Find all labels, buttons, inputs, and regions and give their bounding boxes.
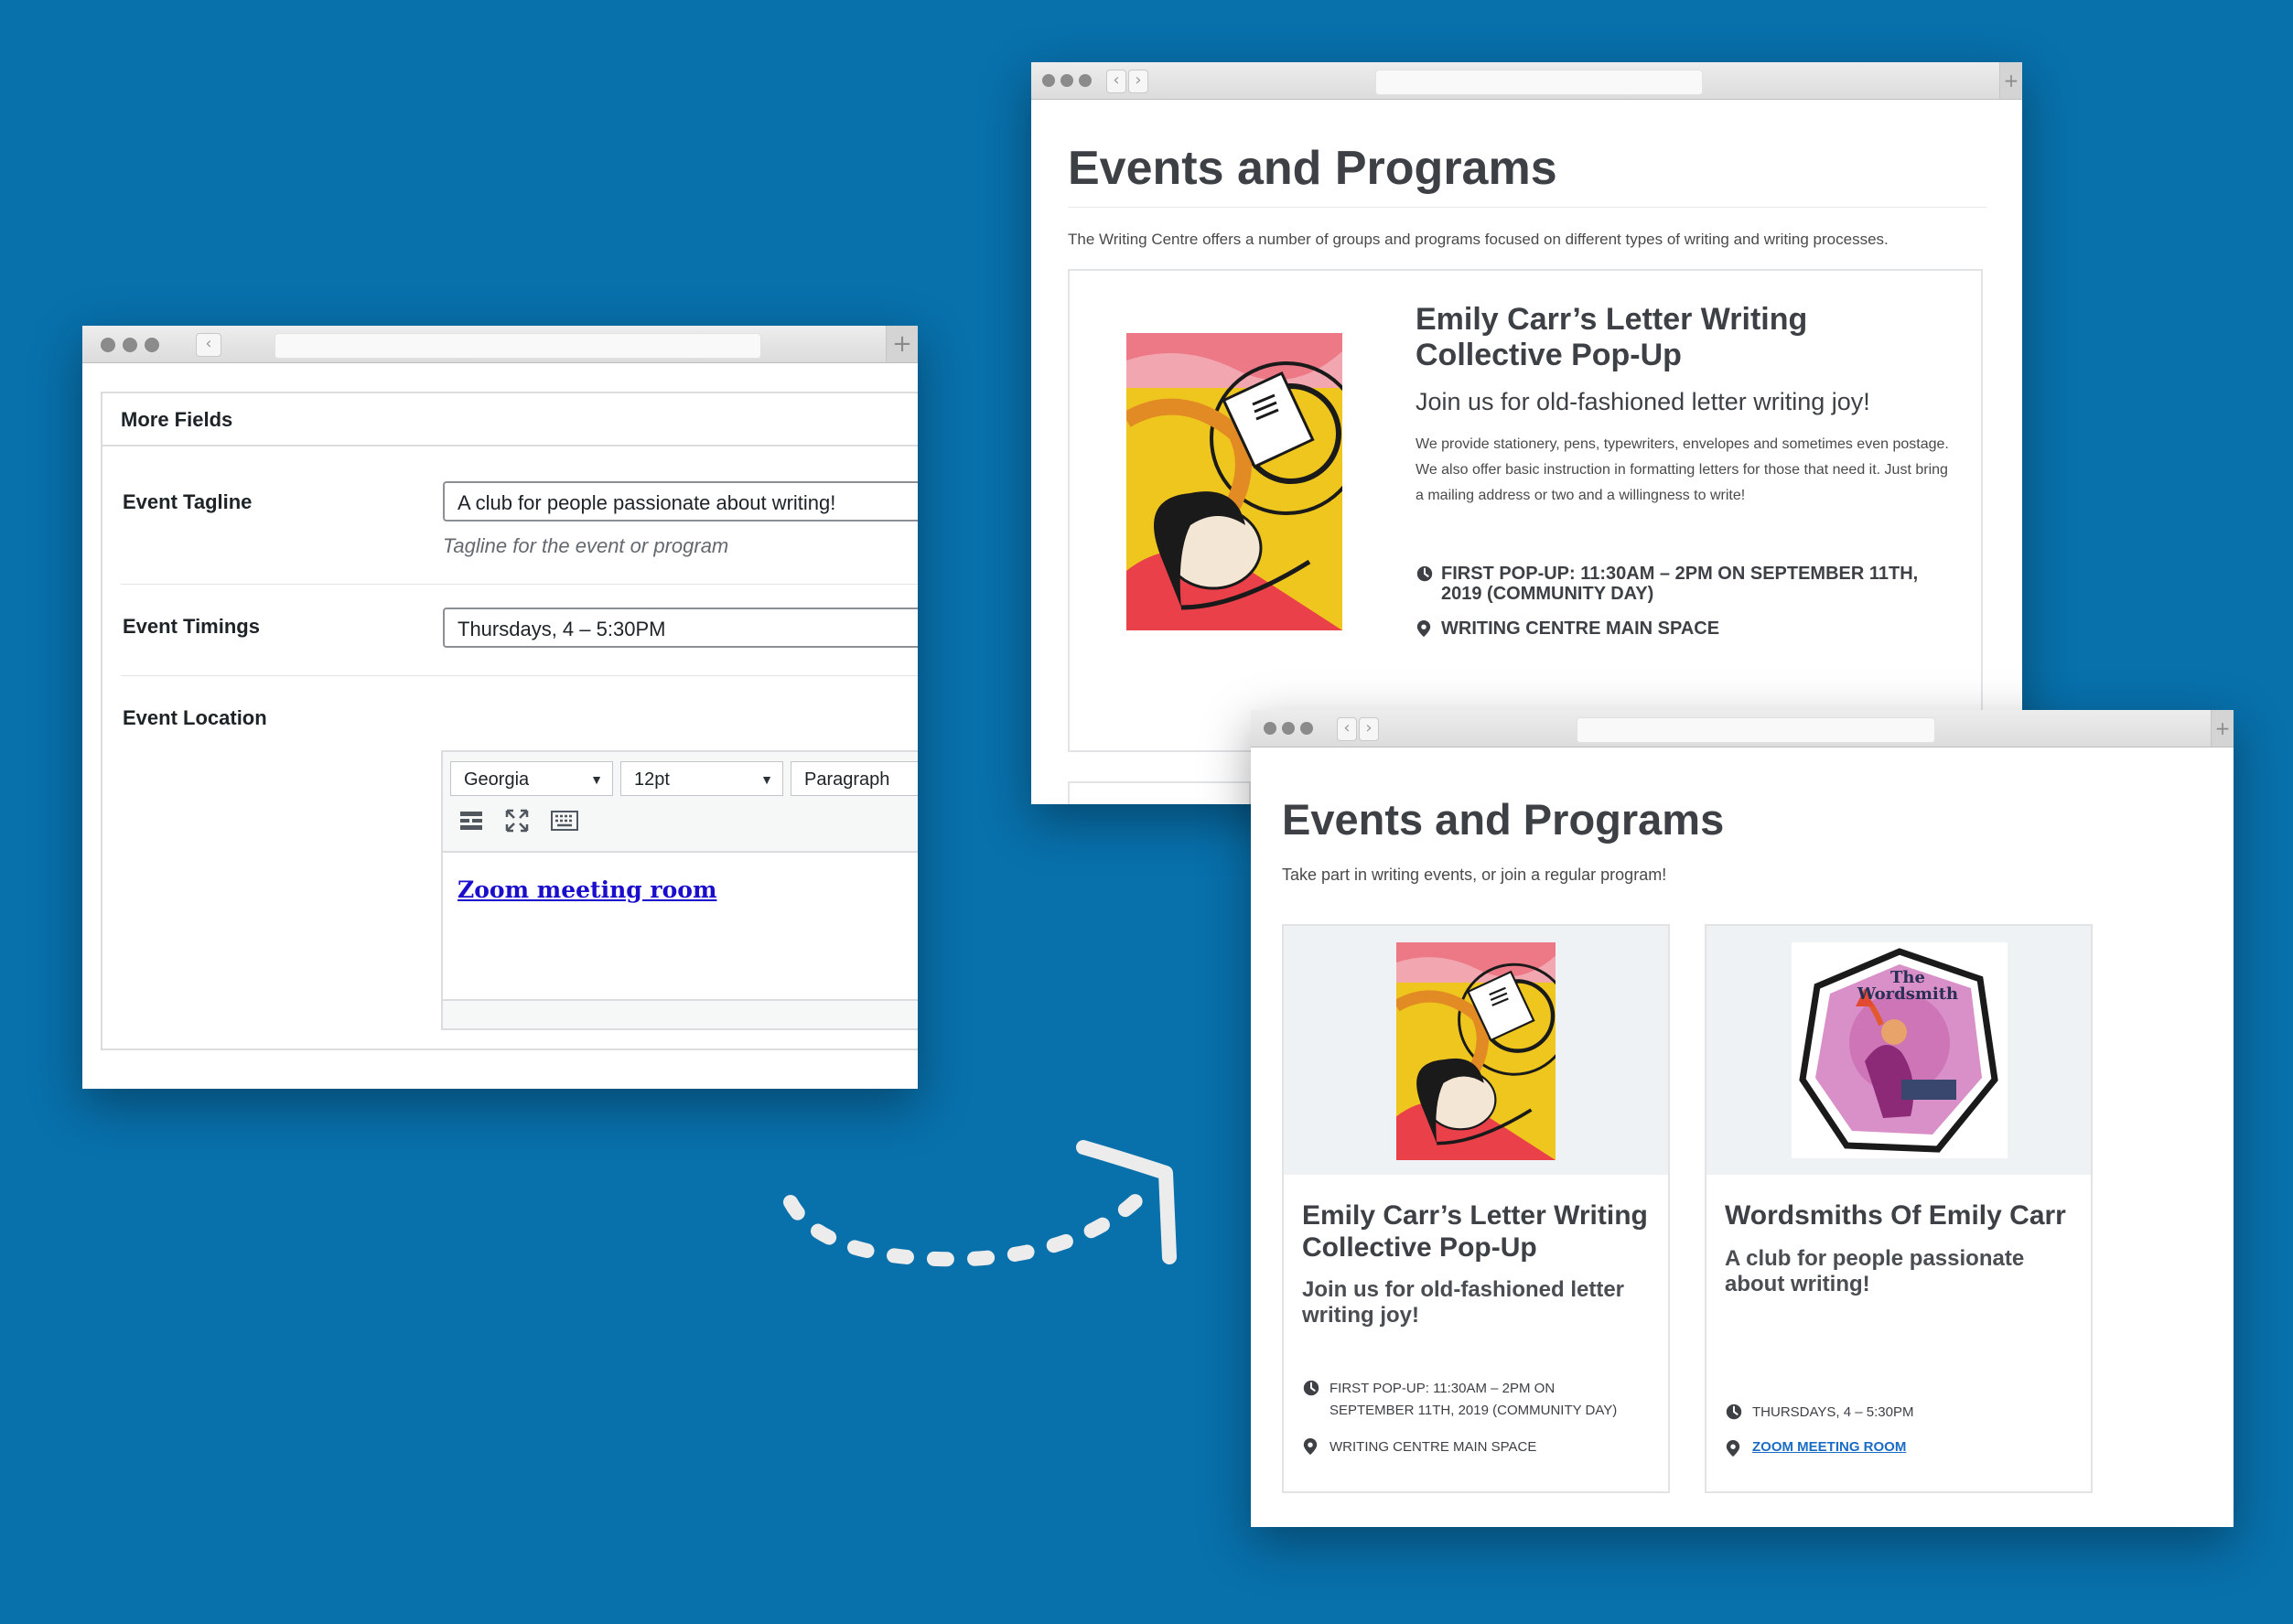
event-tagline-label: Event Tagline — [123, 490, 253, 513]
window-zoom-dot[interactable] — [1300, 722, 1313, 735]
event-time: First Pop-Up: 11:30am – 2pm on September… — [1441, 564, 1972, 604]
format-value: Paragraph — [804, 769, 890, 790]
window-zoom-dot[interactable] — [145, 338, 159, 352]
clock-icon — [1302, 1380, 1320, 1397]
editor-content[interactable]: Zoom meeting room — [443, 851, 918, 1001]
event-time-line1: First Pop-Up: 11:30am – 2pm on September… — [1441, 564, 1919, 584]
panel-title: More Fields — [121, 408, 233, 431]
title-divider — [1068, 207, 1986, 208]
event-location: Writing Centre Main Space — [1330, 1439, 1537, 1455]
chevron-left-icon[interactable]: ‹ — [196, 333, 221, 357]
program-time: Thursdays, 4 – 5:30PM — [1752, 1404, 1914, 1420]
event-poster-image — [1126, 333, 1342, 630]
admin-titlebar: ‹ + — [82, 326, 918, 363]
event-poster-image — [1396, 942, 1556, 1160]
chevron-left-icon[interactable]: ‹ — [1106, 70, 1126, 93]
table-icon[interactable] — [459, 811, 483, 831]
plus-icon[interactable]: + — [886, 326, 918, 362]
window-minimize-dot[interactable] — [123, 338, 137, 352]
window-close-dot[interactable] — [1264, 722, 1276, 735]
event-title-line2: Collective Pop-Up — [1302, 1231, 1537, 1263]
event-description: We provide stationery, pens, typewriters… — [1416, 436, 1949, 503]
zoom-meeting-link[interactable]: Zoom meeting room — [1752, 1436, 1906, 1458]
font-family-select[interactable]: Georgia ▼ — [450, 761, 613, 796]
font-family-value: Georgia — [464, 769, 530, 790]
program-title: Wordsmiths Of Emily Carr — [1725, 1200, 2066, 1231]
chevron-left-icon[interactable]: ‹ — [1337, 717, 1357, 741]
event-time: First Pop-Up: 11:30am – 2pm on September… — [1330, 1378, 1617, 1422]
window-minimize-dot[interactable] — [1282, 722, 1295, 735]
chevron-right-icon[interactable]: › — [1128, 70, 1148, 93]
event-card: Emily Carr’s Letter Writing Collective P… — [1068, 269, 1983, 752]
event-timings-input[interactable]: Thursdays, 4 – 5:30PM — [443, 608, 918, 648]
event-title-line1: Emily Carr’s Letter Writing — [1302, 1200, 1648, 1231]
plus-icon[interactable]: + — [2211, 710, 2234, 747]
address-bar[interactable] — [1577, 717, 1935, 743]
window-close-dot[interactable] — [1042, 74, 1055, 87]
page-title: Events and Programs — [1068, 142, 1557, 195]
poster-text: The Wordsmith — [1857, 968, 1959, 1004]
location-editor: Georgia ▼ 12pt ▼ Paragraph Zoom meeting … — [441, 750, 918, 1030]
event-card-partial — [1068, 781, 1251, 804]
program-card[interactable]: The Wordsmith Wordsmiths Of Emily Carr A… — [1705, 924, 2093, 1493]
website-window-grid: ‹ › + Events and Programs Take part in w… — [1251, 710, 2234, 1527]
admin-window: ‹ + More Fields Event Tagline A club for… — [82, 326, 918, 1089]
window-zoom-dot[interactable] — [1079, 74, 1092, 87]
event-tagline: Join us for old-fashioned letter writing… — [1302, 1277, 1624, 1328]
location-pin-icon — [1303, 1438, 1318, 1455]
fullscreen-icon[interactable] — [505, 809, 529, 833]
event-location: Writing Centre Main Space — [1441, 618, 1720, 639]
event-location-label: Event Location — [123, 706, 267, 729]
event-card[interactable]: Emily Carr’s Letter Writing Collective P… — [1282, 924, 1670, 1493]
font-size-select[interactable]: 12pt ▼ — [620, 761, 783, 796]
program-tagline-line2: about writing! — [1725, 1272, 1870, 1296]
event-time-line1: First Pop-Up: 11:30am – 2pm on — [1330, 1381, 1556, 1396]
website-window-detail: ‹ › + Events and Programs The Writing Ce… — [1031, 62, 2022, 804]
site2-titlebar: ‹ › + — [1251, 710, 2234, 747]
program-tagline: A club for people passionate about writi… — [1725, 1246, 2024, 1297]
clock-icon — [1416, 565, 1434, 583]
divider — [121, 584, 918, 585]
location-pin-icon — [1726, 1440, 1740, 1457]
window-minimize-dot[interactable] — [1060, 74, 1073, 87]
address-bar[interactable] — [275, 333, 761, 359]
plus-icon[interactable]: + — [1999, 62, 2022, 99]
keyboard-icon[interactable] — [551, 811, 578, 831]
program-tagline-line1: A club for people passionate — [1725, 1246, 2025, 1271]
more-fields-panel: More Fields Event Tagline A club for peo… — [101, 392, 918, 1050]
page-title: Events and Programs — [1282, 795, 1725, 844]
chevron-down-icon: ▼ — [590, 772, 603, 787]
location-pin-icon — [1416, 620, 1431, 637]
event-tagline-line1: Join us for old-fashioned letter — [1302, 1277, 1625, 1302]
event-timings-label: Event Timings — [123, 615, 260, 638]
event-title: Emily Carr’s Letter Writing Collective P… — [1302, 1200, 1659, 1264]
chevron-down-icon: ▼ — [760, 772, 773, 787]
address-bar[interactable] — [1375, 70, 1703, 95]
page-intro: Take part in writing events, or join a r… — [1282, 866, 1667, 884]
event-tagline-hint: Tagline for the event or program — [443, 534, 729, 557]
arrow-icon — [783, 1140, 1177, 1267]
page-intro: The Writing Centre offers a number of gr… — [1068, 231, 1889, 248]
event-time-line2: September 11th, 2019 (Community Day) — [1330, 1403, 1618, 1418]
event-tagline-input[interactable]: A club for people passionate about writi… — [443, 481, 918, 522]
font-size-value: 12pt — [634, 769, 670, 790]
event-tagline: Join us for old-fashioned letter writing… — [1416, 388, 1870, 415]
event-tagline-line2: writing joy! — [1302, 1303, 1419, 1328]
event-title[interactable]: Emily Carr’s Letter Writing Collective P… — [1416, 302, 1955, 373]
window-close-dot[interactable] — [101, 338, 115, 352]
panel-header: More Fields — [102, 393, 918, 446]
canvas: { "admin": { "panel_title": "More Fields… — [0, 0, 2293, 1624]
zoom-meeting-link[interactable]: Zoom meeting room — [458, 877, 716, 903]
divider — [121, 675, 918, 676]
clock-icon — [1725, 1404, 1743, 1421]
site1-titlebar: ‹ › + — [1031, 62, 2022, 100]
event-time-line2: 2019 (Community Day) — [1441, 584, 1654, 604]
chevron-right-icon[interactable]: › — [1359, 717, 1379, 741]
format-select[interactable]: Paragraph — [791, 761, 918, 796]
